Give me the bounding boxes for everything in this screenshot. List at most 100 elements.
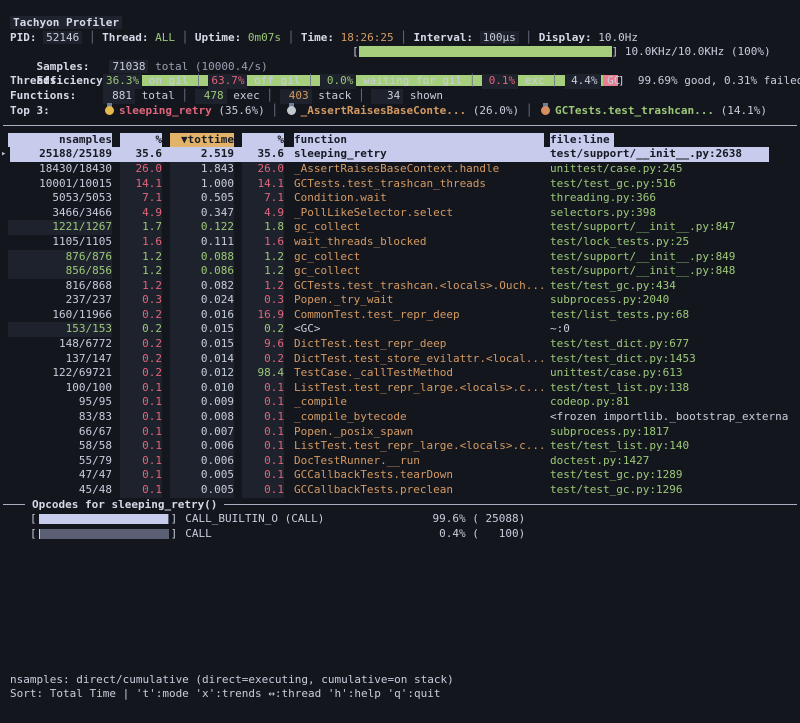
status-bar: PID: 52146 │ Thread: ALL │ Uptime: 0m07s… [0,31,800,46]
cell-value: unittest/case.py:245 [550,162,792,177]
cell-value: 5053/5053 [8,191,112,206]
silver-medal-icon [287,106,296,115]
cell-direct-percent: 0.1 [120,410,162,425]
cell-nsamples: 10001/10015 [8,177,112,192]
table-row[interactable]: 153/1530.20.0150.2<GC>~:0 [0,322,800,337]
cell-nsamples: 160/11966 [8,308,112,323]
table-row[interactable]: 137/1470.20.0140.2DictTest.test_store_ev… [0,352,800,367]
cell-nsamples: 137/147 [8,352,112,367]
top3-function-name[interactable]: _AssertRaisesBaseConte... [301,104,467,117]
col-header-cumulative-percent[interactable]: % [242,133,284,148]
cell-nsamples: 816/868 [8,279,112,294]
stat-value: 403 [280,89,312,104]
cell-nsamples: 1221/1267 [8,220,112,235]
cell-cumulative-percent: 0.1 [242,381,284,396]
table-row[interactable]: 3466/34664.90.3474.9_PollLikeSelector.se… [0,206,800,221]
status-separator: │ [519,31,539,44]
efficiency-line: Efficiency:[] 99.69% good, 0.31% failed [0,60,800,75]
cell-direct-percent: 4.9 [120,206,162,221]
cell-value: Popen._try_wait [294,293,544,308]
cell-function: wait_threads_blocked [294,235,544,250]
cell-value: 4.9 [120,206,162,221]
title-line: Tachyon Profiler [0,16,800,31]
opcodes-section-header: Opcodes for sleeping_retry() [0,498,800,513]
cell-nsamples: 66/67 [8,425,112,440]
stat-separator: │ [300,74,320,87]
cell-function: GCCallbackTests.tearDown [294,468,544,483]
cell-value: 0.1 [242,410,284,425]
table-row[interactable]: 47/470.10.0050.1GCCallbackTests.tearDown… [0,468,800,483]
table-row[interactable]: 160/119660.20.01616.9CommonTest.test_rep… [0,308,800,323]
table-row[interactable]: 83/830.10.0080.1_compile_bytecode<frozen… [0,410,800,425]
cell-value: 0.082 [170,279,234,294]
table-row[interactable]: 148/67720.20.0159.6DictTest.test_repr_de… [0,337,800,352]
cell-file-line: test/test_gc.py:1289 [550,468,792,483]
table-row[interactable]: 10001/1001514.11.00014.1GCTests.test_tra… [0,177,800,192]
status-item-value: ALL [155,31,175,44]
footer-help-line2: Sort: Total Time | 't':mode 'x':trends ↔… [0,687,800,702]
cell-value: 0.006 [170,439,234,454]
cell-value: 0.2 [120,366,162,381]
table-row[interactable]: 816/8681.20.0821.2GCTests.test_trashcan.… [0,279,800,294]
cell-value: 0.1 [242,425,284,440]
top3-separator: │ [519,104,539,117]
cell-value: 0.2 [120,337,162,352]
cell-value: test/test_list.py:138 [550,381,792,396]
tachyon-profiler-window: Tachyon Profiler PID: 52146 │ Thread: AL… [0,0,800,723]
cell-value: subprocess.py:1817 [550,425,792,440]
table-row[interactable]: 45/480.10.0050.1GCCallbackTests.preclean… [0,483,800,498]
col-header-nsamples[interactable]: nsamples [8,133,112,148]
col-header-direct-percent[interactable]: % [120,133,162,148]
opcodes-rule-right [224,504,797,505]
cell-cumulative-percent: 14.1 [242,177,284,192]
table-row[interactable]: 237/2370.30.0240.3Popen._try_waitsubproc… [0,293,800,308]
cell-tottime: 0.088 [170,250,234,265]
table-row[interactable]: ▸25188/2518935.62.51935.6sleeping_retryt… [0,147,800,162]
cell-value: 160/11966 [8,308,112,323]
table-row[interactable]: 1105/11051.60.1111.6wait_threads_blocked… [0,235,800,250]
cell-file-line: ~:0 [550,322,792,337]
col-header-tottime-sorted[interactable]: ▼tottime [170,133,234,148]
cell-value: CommonTest.test_repr_deep [294,308,544,323]
cell-file-line: subprocess.py:2040 [550,293,792,308]
cell-function: Popen._posix_spawn [294,425,544,440]
table-row[interactable]: 876/8761.20.0881.2gc_collecttest/support… [0,250,800,265]
table-row[interactable]: 66/670.10.0070.1Popen._posix_spawnsubpro… [0,425,800,440]
top3-function-name[interactable]: GCTests.test_trashcan... [555,104,714,117]
cell-function: ListTest.test_repr_large.<locals>.c... [294,439,544,454]
table-row[interactable]: 58/580.10.0060.1ListTest.test_repr_large… [0,439,800,454]
top3-separator: │ [265,104,285,117]
stat-name: shown [403,89,443,102]
table-row[interactable]: 100/1000.10.0100.1ListTest.test_repr_lar… [0,381,800,396]
table-row[interactable]: 5053/50537.10.5057.1Condition.waitthread… [0,191,800,206]
cell-value: 0.1 [120,454,162,469]
table-row[interactable]: 18430/1843026.01.84326.0_AssertRaisesBas… [0,162,800,177]
cell-value: 0.009 [170,395,234,410]
cell-direct-percent: 0.2 [120,337,162,352]
col-header-file-line[interactable]: file:line [550,133,792,148]
cell-value: 0.012 [170,366,234,381]
table-row[interactable]: 122/697210.20.01298.4TestCase._callTestM… [0,366,800,381]
table-row[interactable]: 1221/12671.70.1221.8gc_collecttest/suppo… [0,220,800,235]
cell-value: 0.505 [170,191,234,206]
cell-value: 876/876 [8,250,112,265]
top3-function-name[interactable]: sleeping_retry [119,104,212,117]
bar-bracket-close: ] [171,527,178,542]
table-row[interactable]: 95/950.10.0090.1_compilecodeop.py:81 [0,395,800,410]
table-row[interactable]: 55/790.10.0060.1DocTestRunner.__rundocte… [0,454,800,469]
stat-value: 478 [195,89,227,104]
cell-value: GCCallbackTests.preclean [294,483,544,498]
cell-function: gc_collect [294,250,544,265]
cell-nsamples: 25188/25189 [8,147,112,162]
cell-value: 0.1 [242,395,284,410]
cell-tottime: 0.111 [170,235,234,250]
cell-value: 1105/1105 [8,235,112,250]
cell-function: _AssertRaisesBaseContext.handle [294,162,544,177]
cell-value: GCCallbackTests.tearDown [294,468,544,483]
table-row[interactable]: 856/8561.20.0861.2gc_collecttest/support… [0,264,800,279]
cell-tottime: 0.015 [170,322,234,337]
cell-value: 1.2 [242,279,284,294]
cell-direct-percent: 0.1 [120,483,162,498]
cell-value: 153/153 [8,322,112,337]
col-header-function[interactable]: function [294,133,544,148]
